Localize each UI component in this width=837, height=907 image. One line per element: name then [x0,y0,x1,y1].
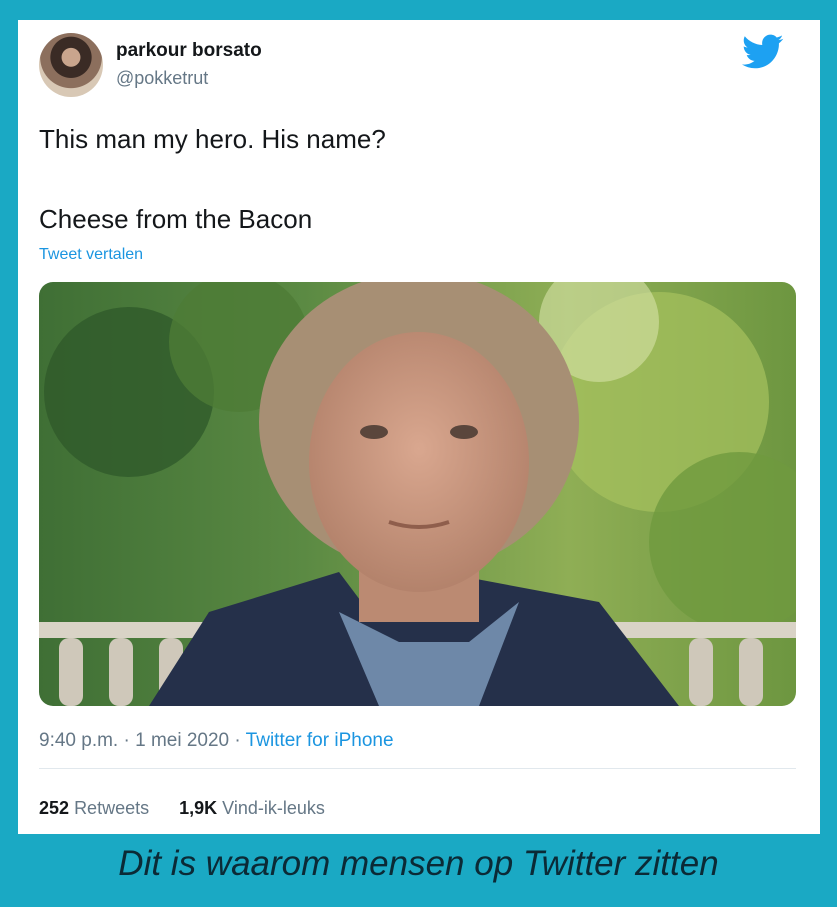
user-handle[interactable]: @pokketrut [116,68,208,89]
meta-separator: · [229,730,246,751]
meta-separator: · [118,730,136,751]
tweet-card: parkour borsato @pokketrut This man my h… [18,20,820,834]
divider [39,768,796,769]
tweet-photo[interactable] [39,282,796,706]
retweets-label: Retweets [74,798,150,818]
tweet-date[interactable]: 1 mei 2020 [135,730,229,751]
likes-label: Vind-ik-leuks [222,798,325,818]
tweet-text-line-1: This man my hero. His name? [39,124,386,154]
tweet-text-line-2: Cheese from the Bacon [39,204,313,234]
display-name[interactable]: parkour borsato [116,40,262,62]
likes-count: 1,9K [179,798,218,818]
caption: Dit is waarom mensen op Twitter zitten [118,844,719,883]
translate-link[interactable]: Tweet vertalen [39,246,143,264]
twitter-bird-icon[interactable] [742,34,784,70]
tweet-source[interactable]: Twitter for iPhone [246,730,394,751]
retweets-stat[interactable]: 252 Retweets [39,798,149,818]
likes-stat[interactable]: 1,9K Vind-ik-leuks [179,798,325,818]
tweet-stats: 252 Retweets 1,9K Vind-ik-leuks [39,798,325,819]
tweet-meta: 9:40 p.m. · 1 mei 2020 · Twitter for iPh… [39,730,394,752]
tweet-time[interactable]: 9:40 p.m. [39,730,118,751]
retweets-count: 252 [39,798,70,818]
avatar[interactable] [39,33,103,97]
photo-man-portrait [39,282,796,706]
